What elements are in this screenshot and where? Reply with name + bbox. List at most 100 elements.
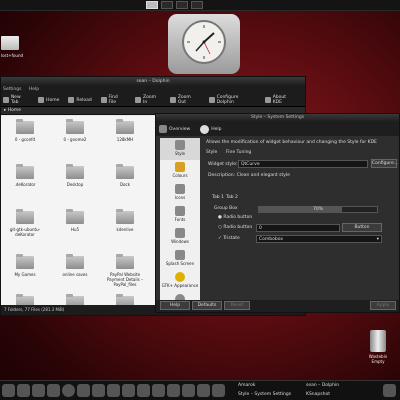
preview-tab-2[interactable]: Tab 2	[226, 195, 238, 200]
sidebar-item-colours[interactable]: Colours	[160, 160, 200, 182]
help-button[interactable]: Help	[211, 127, 221, 132]
kickoff-icon[interactable]	[2, 384, 15, 397]
folder-icon	[1, 36, 19, 50]
sidebar-item-gtk-appearance[interactable]: GTK+ Appearance	[160, 270, 200, 292]
home-button[interactable]: Home	[38, 97, 59, 103]
defaults-button[interactable]: Defaults	[192, 301, 222, 310]
tab-style[interactable]: Style	[206, 150, 217, 155]
top-panel	[0, 0, 400, 11]
file-item[interactable]: 128kMH	[105, 119, 145, 142]
settings-footer: Help Defaults Reset Apply	[156, 300, 399, 312]
settings-icon[interactable]	[92, 384, 105, 397]
sidebar-item-fonts[interactable]: Fonts	[160, 204, 200, 226]
sidebar-item-splash-screen[interactable]: Splash Screen	[160, 248, 200, 270]
music-icon[interactable]	[152, 384, 165, 397]
file-item[interactable]: Desktop	[55, 164, 95, 187]
file-item[interactable]: .deKorator	[5, 164, 45, 187]
file-name: kdenlive	[116, 227, 134, 232]
folder-icon[interactable]	[17, 384, 30, 397]
reset-button[interactable]: Reset	[224, 301, 250, 310]
folder-icon	[66, 119, 84, 134]
network-icon[interactable]	[197, 384, 210, 397]
clock-icon	[182, 20, 226, 64]
widget-style-select[interactable]: QtCurve	[238, 160, 368, 168]
eye-icon[interactable]	[212, 384, 225, 397]
reload-icon	[68, 97, 75, 103]
clock-widget[interactable]	[168, 14, 240, 74]
firefox-icon[interactable]	[77, 384, 90, 397]
desktop-pager-4[interactable]	[191, 1, 203, 9]
media-icon[interactable]	[167, 384, 180, 397]
sidebar-item-icons[interactable]: Icons	[160, 182, 200, 204]
camera-icon[interactable]	[122, 384, 135, 397]
configure-dolphin-button[interactable]: Configure Dolphin	[208, 95, 256, 105]
file-item[interactable]: kdenlive	[105, 209, 145, 232]
apply-button[interactable]: Apply	[370, 301, 396, 310]
tab-fine-tuning[interactable]: Fine Tuning	[226, 150, 251, 155]
window-title: sean – Dolphin	[1, 77, 305, 86]
combobox[interactable]: Combobox ▾	[256, 235, 382, 243]
file-item[interactable]: 0 - gnome2	[55, 119, 95, 142]
zoom-out-button[interactable]: Zoom Out	[170, 95, 200, 105]
globe-icon[interactable]	[62, 384, 75, 397]
configure-button[interactable]: Configure...	[371, 159, 398, 168]
task-dolphin[interactable]: sean – Dolphin	[306, 382, 339, 390]
file-item[interactable]: 0 - gconfd	[5, 119, 45, 142]
system-settings-window[interactable]: Style – System Settings Overview Help St…	[155, 113, 400, 313]
desktop-pager-3[interactable]	[176, 1, 188, 9]
file-item[interactable]: Dock	[105, 164, 145, 187]
zoom-in-icon	[135, 97, 141, 103]
task-system-settings[interactable]: Style – System Settings	[238, 391, 291, 399]
about-kde-button[interactable]: About KDE	[264, 95, 296, 105]
toolbar-label: About KDE	[272, 95, 287, 105]
task-amarok[interactable]: Amarok	[238, 382, 255, 390]
menu-help[interactable]: Help	[29, 87, 39, 92]
browser-icon[interactable]	[47, 384, 60, 397]
desktop-pager-1[interactable]	[146, 1, 158, 9]
radio-button-1[interactable]: ● Radio button	[218, 215, 252, 220]
find-file-button[interactable]: Find File	[100, 95, 126, 105]
new-tab-button[interactable]: New Tab	[3, 95, 29, 105]
style-description: Description: Clean and elegant style	[208, 173, 290, 178]
radio-label: Radio button	[223, 215, 253, 220]
file-item[interactable]: online saves	[55, 254, 95, 277]
image-icon[interactable]	[107, 384, 120, 397]
sidebar-item-label: Colours	[172, 173, 188, 178]
file-item[interactable]: git-gtk-ubuntu-deKorator	[5, 209, 45, 237]
zoom-in-button[interactable]: Zoom In	[135, 95, 161, 105]
breadcrumb-home[interactable]: Home	[8, 108, 21, 113]
gtk-icon	[175, 272, 185, 282]
icons-icon	[175, 184, 185, 194]
file-name: Dock	[119, 182, 131, 187]
radio-button-2[interactable]: ○ Radio button	[218, 225, 252, 230]
system-icon[interactable]	[137, 384, 150, 397]
task-ksnapshot[interactable]: KSnapshot	[306, 391, 330, 399]
file-item[interactable]: Hu5	[55, 209, 95, 232]
folder-icon	[66, 209, 84, 224]
preview-button[interactable]: Button	[342, 223, 382, 232]
trash-icon[interactable]	[370, 330, 386, 352]
chat-icon[interactable]	[182, 384, 195, 397]
splash-screen-icon	[175, 250, 185, 260]
spin-box[interactable]: 0	[256, 224, 340, 232]
help-footer-button[interactable]: Help	[160, 301, 190, 310]
system-tray-icon[interactable]	[383, 384, 396, 397]
file-name: .deKorator	[14, 182, 36, 187]
preview-tab-1[interactable]: Tab 1	[212, 195, 224, 200]
file-item[interactable]: PayPal Website Payment Details – PayPal_…	[105, 254, 145, 287]
desktop-icon-lost-found[interactable]: lost+found	[1, 36, 31, 58]
progress-bar: 70%	[258, 206, 378, 213]
sidebar-item-style[interactable]: Style	[160, 138, 200, 160]
sidebar-item-windows[interactable]: Windows	[160, 226, 200, 248]
tristate-checkbox[interactable]: ✓ Tristate	[218, 236, 240, 241]
file-item[interactable]: My Games	[5, 254, 45, 277]
folder-icon	[66, 164, 84, 179]
toolbar-label: Home	[46, 97, 60, 103]
menu-settings[interactable]: Settings	[3, 87, 21, 92]
reload-button[interactable]: Reload	[68, 97, 92, 103]
desktop-pager-2[interactable]	[161, 1, 173, 9]
terminal-icon[interactable]	[32, 384, 45, 397]
folder-icon	[66, 254, 84, 269]
progress-text: 70%	[312, 207, 323, 212]
overview-button[interactable]: Overview	[169, 127, 190, 132]
